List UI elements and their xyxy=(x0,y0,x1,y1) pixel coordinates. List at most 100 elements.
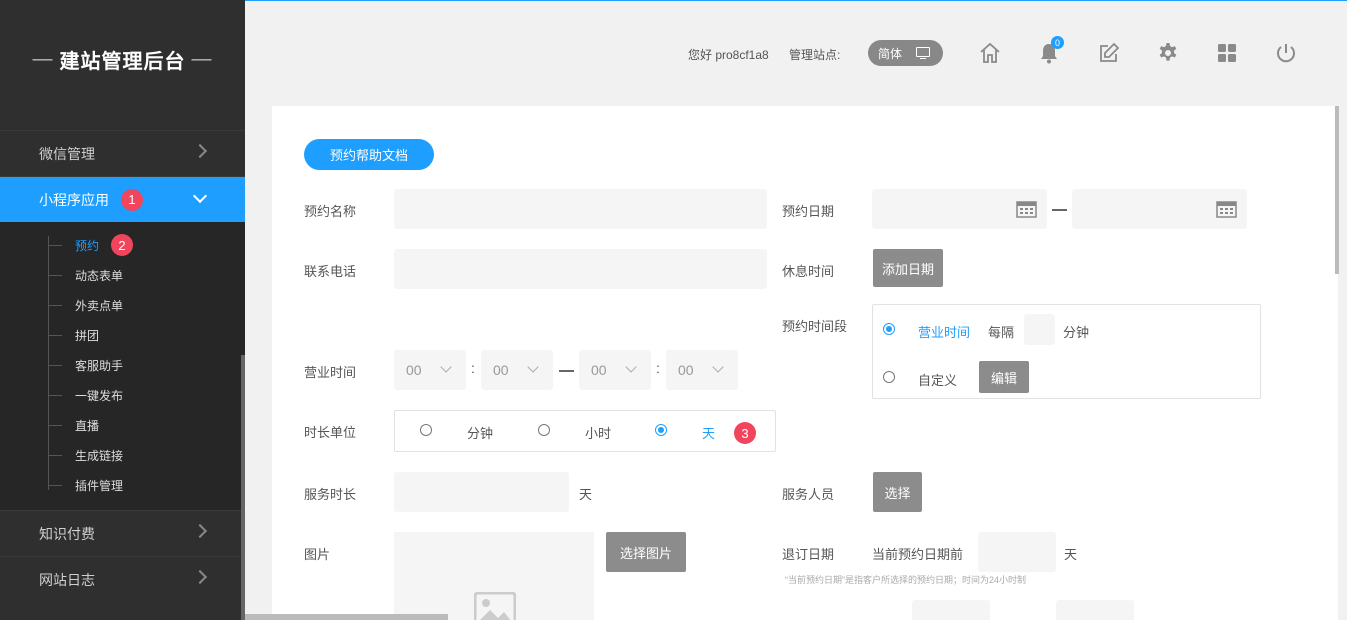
unit-minute-label: 分钟 xyxy=(467,426,494,441)
submenu-item-label: 拼团 xyxy=(75,328,100,343)
submenu-item-label: 直播 xyxy=(75,418,100,433)
submenu-item-publish[interactable]: 一键发布 xyxy=(0,380,245,410)
service-duration-input[interactable] xyxy=(394,472,569,512)
menu-item-knowledge[interactable]: 知识付费 xyxy=(0,510,245,556)
menu-item-wechat[interactable]: 微信管理 xyxy=(0,130,245,176)
phone-label: 联系电话 xyxy=(304,264,357,279)
menu-item-miniprogram[interactable]: 小程序应用 1 xyxy=(0,176,245,222)
annotation-badge: 1 xyxy=(121,188,143,211)
sidebar-logo: — 建站管理后台 — xyxy=(0,0,245,118)
chevron-down-icon xyxy=(440,361,452,373)
edit-button[interactable]: 编辑 xyxy=(979,361,1029,393)
refund-days-unit: 天 xyxy=(1064,547,1078,562)
business-hours-option-label: 营业时间 xyxy=(918,325,971,340)
select-value: 00 xyxy=(493,362,509,378)
business-time-label: 营业时间 xyxy=(304,365,357,380)
image-placeholder[interactable] xyxy=(394,532,594,620)
refund-note: “当前预约日期”是指客户所选择的预约日期；时间为24小时制 xyxy=(785,575,1027,585)
submenu-item-dynamic-form[interactable]: 动态表单 xyxy=(0,260,245,290)
add-date-button[interactable]: 添加日期 xyxy=(873,249,943,287)
end-hour-select[interactable]: 00 xyxy=(579,350,651,390)
help-doc-button[interactable]: 预约帮助文档 xyxy=(304,139,434,170)
next-row-input[interactable] xyxy=(1056,600,1134,620)
staff-label: 服务人员 xyxy=(782,487,835,502)
home-icon[interactable] xyxy=(976,39,1004,67)
end-date-input[interactable] xyxy=(1072,189,1247,229)
service-duration-unit: 天 xyxy=(579,487,593,502)
submenu-item-booking[interactable]: 预约 2 xyxy=(0,230,245,260)
menu-item-label: 知识付费 xyxy=(39,525,95,542)
custom-radio[interactable] xyxy=(883,371,895,383)
end-minute-select[interactable]: 00 xyxy=(666,350,738,390)
edit-icon[interactable] xyxy=(1095,39,1123,67)
submenu-item-groupbuy[interactable]: 拼团 xyxy=(0,320,245,350)
menu-item-logs[interactable]: 网站日志 xyxy=(0,556,245,602)
booking-date-label: 预约日期 xyxy=(782,204,835,219)
language-label: 简体 xyxy=(878,46,903,61)
period-label: 预约时间段 xyxy=(782,319,848,334)
start-minute-select[interactable]: 00 xyxy=(481,350,553,390)
select-value: 00 xyxy=(591,362,607,378)
submenu-item-plugins[interactable]: 插件管理 xyxy=(0,470,245,500)
custom-option-label: 自定义 xyxy=(918,373,958,388)
business-hours-radio[interactable] xyxy=(883,323,895,335)
calendar-icon xyxy=(1216,201,1237,218)
submenu-item-label: 预约 xyxy=(75,238,100,253)
submenu-item-label: 动态表单 xyxy=(75,268,124,283)
power-icon[interactable] xyxy=(1272,39,1300,67)
select-value: 00 xyxy=(678,362,694,378)
gear-icon[interactable] xyxy=(1154,39,1182,67)
submenu-item-label: 生成链接 xyxy=(75,448,124,463)
image-icon xyxy=(474,592,516,620)
refund-days-input[interactable] xyxy=(978,532,1056,572)
service-duration-label: 服务时长 xyxy=(304,487,357,502)
select-image-button[interactable]: 选择图片 xyxy=(606,532,686,572)
chevron-right-icon xyxy=(192,143,208,159)
content-panel: 预约帮助文档 预约名称 预约日期 联系电话 休息时间 添加日期 预约时间段 营业… xyxy=(272,106,1338,620)
menu-item-label: 微信管理 xyxy=(39,145,95,162)
submenu-item-live[interactable]: 直播 xyxy=(0,410,245,440)
submenu: 预约 2 动态表单 外卖点单 拼团 客服助手 一键发布 直播 生成链接 插件管理 xyxy=(0,222,245,510)
menu-item-label: 小程序应用 xyxy=(39,191,109,208)
submenu-item-label: 一键发布 xyxy=(75,388,124,403)
annotation-badge: 3 xyxy=(734,422,756,444)
chevron-down-icon xyxy=(527,361,539,373)
unit-hour-label: 小时 xyxy=(585,426,612,441)
duration-unit-label: 时长单位 xyxy=(304,425,357,440)
date-range-separator xyxy=(1052,209,1067,211)
booking-name-label: 预约名称 xyxy=(304,204,357,219)
submenu-item-service-assistant[interactable]: 客服助手 xyxy=(0,350,245,380)
every-label: 每隔 xyxy=(988,325,1015,340)
submenu-item-link[interactable]: 生成链接 xyxy=(0,440,245,470)
image-label: 图片 xyxy=(304,547,331,562)
logo-dash-right: — xyxy=(191,47,213,70)
grid-icon[interactable] xyxy=(1213,39,1241,67)
language-switch[interactable]: 简体 xyxy=(868,40,943,66)
booking-name-input[interactable] xyxy=(394,189,767,229)
horizontal-scrollbar[interactable] xyxy=(245,614,448,620)
time-colon: : xyxy=(471,360,475,376)
unit-minute-radio[interactable] xyxy=(420,424,432,436)
chevron-down-icon xyxy=(192,188,208,204)
app-title: 建站管理后台 xyxy=(59,50,186,73)
unit-day-radio[interactable] xyxy=(655,424,667,436)
unit-hour-radio[interactable] xyxy=(538,424,550,436)
submenu-item-takeout[interactable]: 外卖点单 xyxy=(0,290,245,320)
site-label: 管理站点: xyxy=(789,48,841,62)
submenu-item-label: 外卖点单 xyxy=(75,298,124,313)
interval-input[interactable] xyxy=(1024,314,1055,345)
next-row-input[interactable] xyxy=(912,600,990,620)
phone-input[interactable] xyxy=(394,249,767,289)
chevron-right-icon xyxy=(192,569,208,585)
select-staff-button[interactable]: 选择 xyxy=(873,472,922,512)
chevron-down-icon xyxy=(625,361,637,373)
bell-icon[interactable]: 0 xyxy=(1035,36,1064,67)
start-date-input[interactable] xyxy=(872,189,1047,229)
start-hour-select[interactable]: 00 xyxy=(394,350,466,390)
annotation-badge: 2 xyxy=(111,234,134,256)
rest-time-label: 休息时间 xyxy=(782,264,835,279)
sidebar-scrollbar[interactable] xyxy=(241,355,245,620)
submenu-item-label: 插件管理 xyxy=(75,478,124,493)
panel-scrollbar[interactable] xyxy=(1335,106,1339,274)
menu-item-label: 网站日志 xyxy=(39,571,95,588)
